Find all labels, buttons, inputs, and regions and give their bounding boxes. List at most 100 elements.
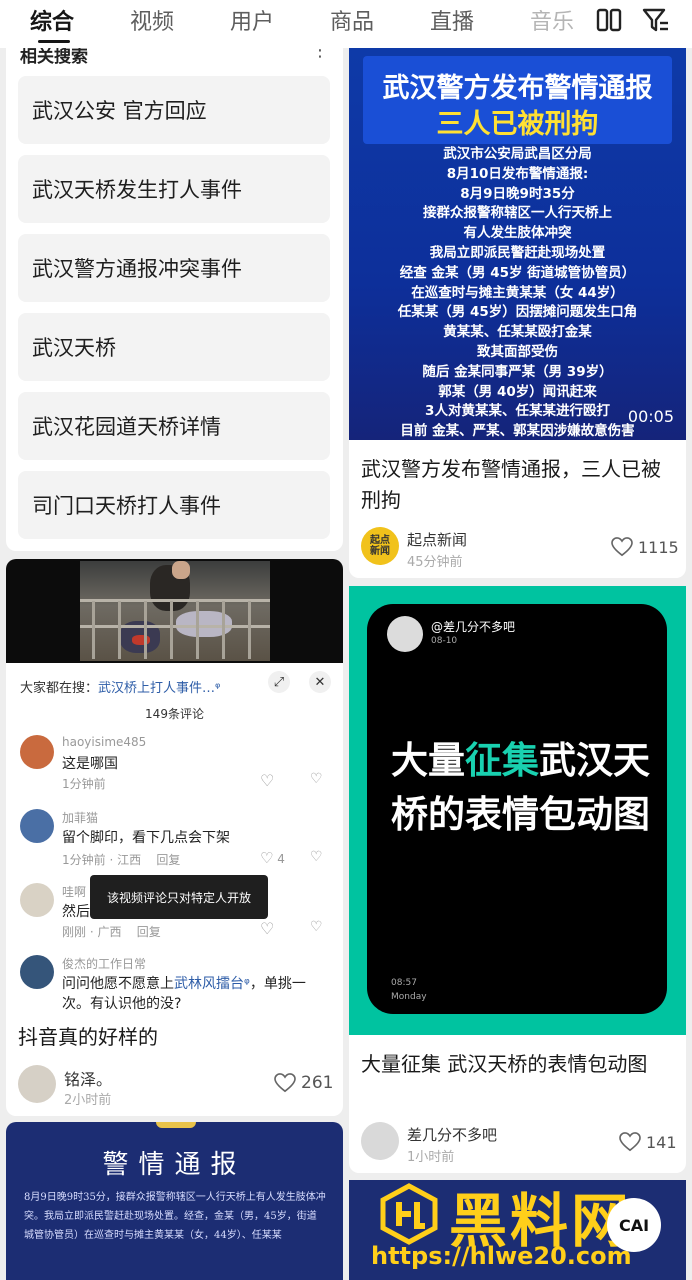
post-time: 1小时前 xyxy=(407,1150,455,1165)
card-title[interactable]: 抖音真的好样的 xyxy=(18,1022,158,1053)
meme-headline: 大量征集武汉天桥的表情包动图 xyxy=(391,739,650,836)
like-button[interactable]: 1115 xyxy=(611,537,679,557)
comment-author[interactable]: haoyisime485 xyxy=(62,735,146,749)
expand-icon[interactable]: ⤢ xyxy=(268,671,290,693)
trending-search-bar[interactable]: 大家都在搜：武汉桥上打人事件…ᵠ xyxy=(20,677,220,696)
active-tab-indicator xyxy=(38,40,70,43)
phone-handle: @差几分不多吧 xyxy=(431,620,516,634)
reply-button[interactable]: 回复 xyxy=(156,853,180,867)
cai-badge: CAI xyxy=(607,1198,661,1252)
headline-line2: 三人已被刑拘 xyxy=(436,109,599,140)
related-searches-card: 相关搜索 ⋮ 武汉公安 官方回应 武汉天桥发生打人事件 武汉警方通报冲突事件 武… xyxy=(6,48,343,551)
heart-icon xyxy=(611,537,633,557)
dislike-icon[interactable]: ♡ xyxy=(310,849,323,865)
card-title[interactable]: 武汉警方发布警情通报，三人已被刑拘 xyxy=(361,454,677,516)
tab-comprehensive[interactable]: 综合 xyxy=(30,4,74,36)
video-duration: 00:05 xyxy=(627,407,674,426)
like-count: 261 xyxy=(301,1073,334,1093)
avatar[interactable] xyxy=(20,809,54,843)
author-avatar[interactable] xyxy=(18,1065,56,1103)
related-search-item[interactable]: 司门口天桥打人事件 xyxy=(18,471,330,539)
post-time: 2小时前 xyxy=(64,1093,112,1108)
comment-text: 留个脚印，看下几点会下架 xyxy=(62,830,230,846)
meme-card-footer[interactable]: 大量征集 武汉天桥的表情包动图 差几分不多吧 1小时前 141 xyxy=(349,1035,686,1173)
notice-body: 8月9日晚9时35分，接群众报警称辖区一人行天桥上有人发生肢体冲突。我局立即派民… xyxy=(24,1192,326,1241)
comment-author[interactable]: 加菲猫 xyxy=(62,809,98,826)
card-title[interactable]: 大量征集 武汉天桥的表情包动图 xyxy=(361,1049,677,1080)
comment-item: 俊杰的工作日常 问问他愿不愿意上武林风擂台ᵠ，单挑一 次。有认识他的没? xyxy=(20,955,330,1015)
layout-columns-icon[interactable] xyxy=(596,8,622,32)
trending-search-keyword[interactable]: 武汉桥上打人事件… xyxy=(98,681,215,696)
notice-emblem xyxy=(156,1122,196,1128)
tab-product[interactable]: 商品 xyxy=(330,4,374,36)
news-video-cover[interactable]: 武汉警方发布警情通报 三人已被刑拘 武汉市公安局武昌区分局 8月10日发布警情通报… xyxy=(349,48,686,440)
author-avatar[interactable]: 起点新闻 xyxy=(361,527,399,565)
phone-screenshot: @差几分不多吧 08-10 大量征集武汉天桥的表情包动图 08:57 Monda… xyxy=(367,604,667,1014)
related-search-item[interactable]: 武汉公安 官方回应 xyxy=(18,76,330,144)
notice-title: 警情通报 xyxy=(102,1150,247,1180)
like-count: 1115 xyxy=(638,537,679,557)
post-time: 45分钟前 xyxy=(407,555,463,570)
bridge-scene-image xyxy=(80,561,270,661)
video-thumbnail[interactable] xyxy=(6,559,343,663)
video-card[interactable]: 大家都在搜：武汉桥上打人事件…ᵠ ⤢ ✕ 149条评论 haoyisime485… xyxy=(6,559,343,1116)
search-tab-bar: 综合 视频 用户 商品 直播 音乐 xyxy=(0,0,692,48)
watermark-logo-icon xyxy=(380,1183,438,1245)
close-icon[interactable]: ✕ xyxy=(309,671,331,693)
dislike-icon[interactable]: ♡ xyxy=(310,919,323,935)
avatar[interactable] xyxy=(20,955,54,989)
tab-live[interactable]: 直播 xyxy=(430,4,474,36)
author-name[interactable]: 起点新闻 xyxy=(407,529,467,550)
dislike-icon[interactable]: ♡ xyxy=(310,771,323,787)
related-search-item[interactable]: 武汉花园道天桥详情 xyxy=(18,392,330,460)
comment-panel: 大家都在搜：武汉桥上打人事件…ᵠ ⤢ ✕ 149条评论 haoyisime485… xyxy=(6,663,343,1017)
more-options-icon[interactable]: ⋮ xyxy=(311,48,329,61)
heart-icon xyxy=(619,1132,641,1152)
phone-day: Monday xyxy=(391,992,427,1002)
comment-meta: 1分钟前 · 江西 回复 xyxy=(62,853,181,867)
meme-video-cover[interactable]: @差几分不多吧 08-10 大量征集武汉天桥的表情包动图 08:57 Monda… xyxy=(349,586,686,1035)
avatar-logo-text: 起点新闻 xyxy=(370,535,390,557)
like-button[interactable]: 141 xyxy=(619,1132,677,1152)
related-searches-title: 相关搜索 xyxy=(20,48,88,67)
reply-button[interactable]: 回复 xyxy=(137,925,161,939)
like-count: 141 xyxy=(646,1132,677,1152)
author-name[interactable]: 铭泽。 xyxy=(64,1066,112,1090)
tab-music[interactable]: 音乐 xyxy=(530,4,574,36)
like-icon[interactable]: ♡ xyxy=(260,919,274,938)
headline-banner: 武汉警方发布警情通报 三人已被刑拘 xyxy=(363,56,672,144)
author-name[interactable]: 差几分不多吧 xyxy=(407,1124,497,1145)
avatar xyxy=(387,616,423,652)
avatar[interactable] xyxy=(20,735,54,769)
trending-search-prefix: 大家都在搜： xyxy=(20,681,99,696)
like-button[interactable]: ♡ 4 xyxy=(260,849,285,867)
search-magnifier-icon: ᵠ xyxy=(215,681,221,696)
comment-text: 这是哪国 xyxy=(62,756,118,772)
comment-meta: 1分钟前 xyxy=(62,777,106,791)
comment-item: haoyisime485 这是哪国 1分钟前 ♡ ♡ xyxy=(20,735,330,793)
comment-meta: 刚刚 · 广西 回复 xyxy=(62,925,161,939)
headline-line1: 武汉警方发布警情通报 xyxy=(382,73,653,104)
comment-author[interactable]: 俊杰的工作日常 xyxy=(62,955,146,972)
phone-date: 08-10 xyxy=(431,636,458,646)
police-notice-card[interactable]: 警情通报 8月9日晚9时35分，接群众报警称辖区一人行天桥上有人发生肢体冲突。我… xyxy=(6,1122,343,1280)
like-button[interactable]: 261 xyxy=(274,1073,333,1093)
comment-text-line2: 次。有认识他的没? xyxy=(62,996,182,1012)
avatar[interactable] xyxy=(20,883,54,917)
heart-icon xyxy=(274,1073,296,1093)
tab-video[interactable]: 视频 xyxy=(130,4,174,36)
filter-icon[interactable] xyxy=(642,6,670,34)
related-search-item[interactable]: 武汉天桥发生打人事件 xyxy=(18,155,330,223)
like-icon[interactable]: ♡ xyxy=(260,771,274,790)
comment-count: 149条评论 xyxy=(145,707,204,721)
comment-link[interactable]: 武林风擂台 xyxy=(174,976,244,992)
tab-user[interactable]: 用户 xyxy=(230,4,274,36)
author-avatar[interactable] xyxy=(361,1122,399,1160)
watermark-url: https://hlwe20.com xyxy=(371,1242,632,1270)
related-search-item[interactable]: 武汉警方通报冲突事件 xyxy=(18,234,330,302)
notice-text-block: 武汉市公安局武昌区分局 8月10日发布警情通报: 8月9日晚9时35分 接群众报警称… xyxy=(397,146,638,440)
watermark-card: 黑料网 https://hlwe20.com CAI xyxy=(349,1180,686,1280)
news-card-footer[interactable]: 武汉警方发布警情通报，三人已被刑拘 起点新闻 起点新闻 45分钟前 1115 xyxy=(349,440,686,578)
related-search-item[interactable]: 武汉天桥 xyxy=(18,313,330,381)
comment-text: 问问他愿不愿意上武林风擂台ᵠ，单挑一 xyxy=(62,976,306,992)
